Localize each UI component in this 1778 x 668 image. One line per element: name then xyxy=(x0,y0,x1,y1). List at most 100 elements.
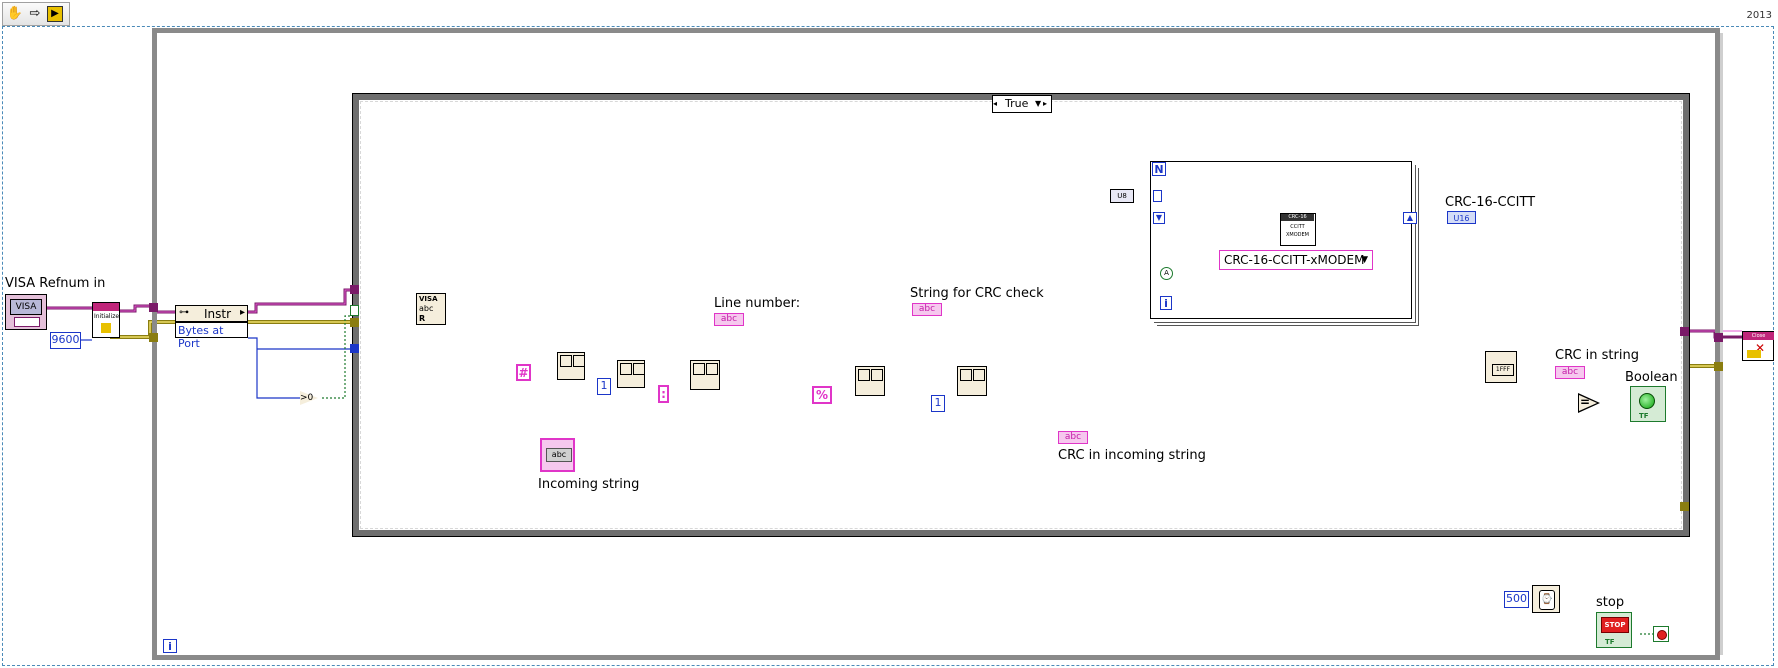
crc-in-incoming-label: CRC in incoming string xyxy=(1058,448,1206,463)
crc-in-string-indicator[interactable]: abc xyxy=(1555,366,1585,379)
crc-16-ccitt-indicator[interactable]: U16 xyxy=(1447,211,1476,224)
match-pattern-node-3[interactable] xyxy=(690,360,720,390)
stop-if-true-icon xyxy=(1657,630,1667,640)
visa-refnum-label: VISA Refnum in xyxy=(5,276,106,291)
property-node-icon: ⊶ xyxy=(179,307,189,318)
visa-close-pencil-icon xyxy=(1747,350,1761,358)
equal-compare-text: = xyxy=(1580,395,1591,409)
case-refnum-out-tunnel xyxy=(1680,327,1689,336)
match-icon-a xyxy=(560,355,572,367)
match-icon-j xyxy=(973,369,985,381)
wait-node[interactable]: ⌚ xyxy=(1532,585,1560,613)
case-dropdown-icon[interactable]: ▼ xyxy=(1035,96,1041,112)
case-selector-terminal xyxy=(350,305,359,316)
match-icon-c xyxy=(620,363,632,375)
visa-read-text: VISA xyxy=(419,295,438,303)
while-loop-iteration: i xyxy=(163,639,177,653)
shift-register-left: ▼ xyxy=(1153,212,1165,224)
shift-register-right: ▲ xyxy=(1403,212,1417,224)
colon-constant[interactable]: : xyxy=(658,385,669,403)
version-label: 2013 xyxy=(1742,10,1776,21)
hash-constant[interactable]: # xyxy=(516,364,531,381)
line-number-label: Line number: xyxy=(714,296,801,311)
hex-icon: 1FFF xyxy=(1492,364,1514,376)
serial-init-text: Initialize xyxy=(94,313,120,320)
greater-than-zero-text: >0 xyxy=(300,393,314,403)
property-node-header[interactable]: ⊶ Instr ▸ xyxy=(175,305,248,322)
visa-terminal-text: VISA xyxy=(10,299,42,315)
u8-conversion-node[interactable]: U8 xyxy=(1110,189,1134,203)
arrow-icon[interactable]: ⇨ xyxy=(26,5,44,23)
case-refnum-tunnel xyxy=(350,285,359,294)
case-bytes-tunnel xyxy=(350,344,359,353)
match-pattern-node-2[interactable] xyxy=(617,360,645,388)
loop-condition-terminal[interactable] xyxy=(1653,626,1669,642)
boolean-indicator[interactable]: TF xyxy=(1630,386,1666,422)
stop-button-icon: STOP xyxy=(1601,617,1629,633)
incoming-string-abc: abc xyxy=(546,448,572,462)
string-for-crc-label: String for CRC check xyxy=(910,286,1044,301)
visa-read-mode: R xyxy=(419,314,426,323)
crc-node[interactable]: CRC-16 CCITT XMODEM xyxy=(1280,213,1316,246)
line-number-indicator[interactable]: abc xyxy=(714,313,744,326)
for-loop-index-tunnel xyxy=(1153,190,1162,202)
match-icon-e xyxy=(693,363,705,375)
toolbar: ✋ ⇨ ▶ xyxy=(2,2,70,26)
match-icon-i xyxy=(960,369,972,381)
visa-refnum-control[interactable]: VISA xyxy=(5,294,47,330)
property-node-property: Bytes at Port xyxy=(178,324,224,350)
match-pattern-node-5[interactable] xyxy=(957,366,987,396)
match-icon-g xyxy=(858,369,870,381)
match-pattern-node-1[interactable] xyxy=(557,352,585,380)
serial-init-icon xyxy=(101,323,111,333)
for-loop-iteration: i xyxy=(1160,296,1172,310)
one-constant-a[interactable]: 1 xyxy=(597,378,611,395)
loop-refnum-tunnel xyxy=(149,303,158,312)
incoming-string-indicator[interactable]: abc xyxy=(540,438,575,472)
visa-close-node[interactable]: Close ✕ xyxy=(1742,331,1774,361)
crc-type-ring[interactable]: CRC-16-CCITT-xMODEM ▼ xyxy=(1219,250,1373,270)
for-loop-count: N xyxy=(1152,162,1166,176)
crc-type-dropdown-icon[interactable]: ▼ xyxy=(1361,251,1368,269)
watch-icon: ⌚ xyxy=(1539,590,1555,610)
visa-read-node[interactable]: VISA abc R xyxy=(416,293,446,325)
loop-error-tunnel xyxy=(149,333,158,342)
serial-init-node[interactable]: Initialize xyxy=(92,302,120,338)
match-icon-f xyxy=(706,363,718,375)
case-error-out-tunnel xyxy=(1680,502,1689,511)
case-selector[interactable]: ◂ True ▼ ▸ xyxy=(992,95,1052,113)
boolean-led-icon xyxy=(1639,393,1655,409)
case-prev-icon[interactable]: ◂ xyxy=(993,96,1000,112)
hand-icon[interactable]: ✋ xyxy=(6,5,24,23)
property-node-class: Instr xyxy=(204,307,232,321)
baud-rate-constant[interactable]: 9600 xyxy=(50,332,81,349)
case-selector-value: True xyxy=(1005,97,1029,110)
case-next-icon[interactable]: ▸ xyxy=(1043,96,1047,112)
visa-io-icon xyxy=(14,317,40,327)
crc-in-string-label: CRC in string xyxy=(1555,348,1639,363)
crc-in-incoming-indicator[interactable]: abc xyxy=(1058,431,1088,444)
incoming-string-label: Incoming string xyxy=(538,477,640,492)
visa-close-header: Close xyxy=(1743,332,1774,340)
crc-node-title: CRC-16 xyxy=(1281,214,1314,221)
percent-constant[interactable]: % xyxy=(812,386,832,404)
string-for-crc-indicator[interactable]: abc xyxy=(912,303,942,316)
stop-tf-text: TF xyxy=(1605,638,1615,646)
run-icon[interactable]: ▶ xyxy=(47,6,63,22)
number-to-hex-node[interactable]: 1FFF xyxy=(1485,351,1517,383)
one-constant-b[interactable]: 1 xyxy=(931,395,945,412)
serial-init-header xyxy=(93,303,119,311)
match-pattern-node-4[interactable] xyxy=(855,366,885,396)
property-node-bytes-at-port[interactable]: Bytes at Port xyxy=(175,322,248,350)
match-icon-d xyxy=(633,363,645,375)
crc-16-ccitt-label: CRC-16-CCITT xyxy=(1445,195,1536,210)
stop-control[interactable]: STOP TF xyxy=(1596,612,1632,648)
error-in-circle-icon: A xyxy=(1160,267,1173,280)
loop-error-out-tunnel xyxy=(1714,362,1723,371)
case-error-tunnel xyxy=(350,318,359,327)
wait-ms-constant[interactable]: 500 xyxy=(1504,591,1529,608)
crc-node-line2: XMODEM xyxy=(1286,232,1309,238)
visa-read-abc: abc xyxy=(419,304,434,313)
property-node-arrow: ▸ xyxy=(239,307,245,318)
boolean-tf-text: TF xyxy=(1639,412,1649,420)
